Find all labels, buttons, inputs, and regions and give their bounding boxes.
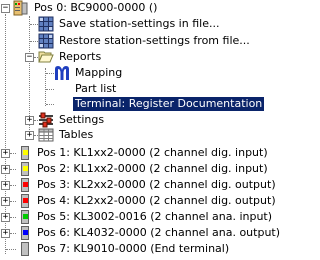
tree-item-label: Pos 0: BC9000-0000 ()	[34, 1, 158, 14]
expand-toggle-settings[interactable]: +	[25, 116, 34, 125]
tree-item-pos-4[interactable]: Pos 4: KL2xx2-0000 (2 channel dig. outpu…	[16, 193, 278, 209]
restore-grid-icon	[38, 33, 54, 49]
bus-coupler-icon	[13, 0, 29, 16]
tree-line	[30, 24, 38, 25]
expand-toggle-pos-2[interactable]: +	[1, 165, 10, 174]
terminal-icon	[16, 145, 32, 161]
tree-item-label: Pos 7: KL9010-0000 (End terminal)	[37, 242, 230, 255]
tree-item-settings[interactable]: Settings	[38, 112, 106, 128]
expand-toggle-tables[interactable]: +	[25, 131, 34, 140]
collapse-toggle-reports[interactable]: −	[25, 53, 34, 62]
tree-item-root[interactable]: Pos 0: BC9000-0000 ()	[13, 0, 159, 16]
terminal-icon	[16, 161, 32, 177]
end-terminal-icon	[16, 241, 32, 257]
tree-item-pos-7[interactable]: Pos 7: KL9010-0000 (End terminal)	[16, 241, 231, 257]
tree-item-tables[interactable]: Tables	[38, 127, 95, 143]
tree-item-pos-3[interactable]: Pos 3: KL2xx2-0000 (2 channel dig. outpu…	[16, 177, 278, 193]
tree-item-label: Pos 5: KL3002-0016 (2 channel ana. input…	[37, 210, 273, 223]
collapse-toggle-root[interactable]: −	[1, 4, 10, 13]
tree-line	[46, 73, 54, 74]
tree-item-label: Pos 3: KL2xx2-0000 (2 channel dig. outpu…	[37, 178, 276, 191]
table-icon	[38, 127, 54, 143]
tree-item-save-settings[interactable]: Save station-settings in file...	[38, 16, 221, 32]
folder-open-icon	[38, 49, 54, 65]
expand-toggle-pos-3[interactable]: +	[1, 181, 10, 190]
expand-toggle-pos-4[interactable]: +	[1, 197, 10, 206]
tree-item-label: Pos 4: KL2xx2-0000 (2 channel dig. outpu…	[37, 194, 276, 207]
tree-line	[46, 104, 54, 105]
tree-line	[6, 249, 16, 250]
tree-item-restore-settings[interactable]: Restore station-settings from file...	[38, 33, 252, 49]
tree-item-label: Mapping	[75, 66, 123, 79]
tree-item-label: Pos 2: KL1xx2-0000 (2 channel dig. input…	[37, 162, 268, 175]
mapping-icon	[54, 65, 70, 81]
terminal-icon	[16, 193, 32, 209]
station-tree: − Pos 0: BC9000-0000 () Save station-set	[0, 0, 290, 260]
tree-line	[46, 89, 54, 90]
tree-item-label: Restore station-settings from file...	[59, 34, 250, 47]
expand-toggle-pos-1[interactable]: +	[1, 149, 10, 158]
tree-item-part-list[interactable]: Part list	[54, 81, 118, 97]
tree-item-pos-1[interactable]: Pos 1: KL1xx2-0000 (2 channel dig. input…	[16, 145, 270, 161]
terminal-icon	[16, 177, 32, 193]
terminal-icon	[16, 225, 32, 241]
tree-item-label: Save station-settings in file...	[59, 17, 220, 30]
tree-item-label: Terminal: Register Documentation	[71, 96, 266, 112]
blank-icon	[54, 96, 70, 112]
tree-item-mapping[interactable]: Mapping	[54, 65, 124, 81]
tree-item-pos-2[interactable]: Pos 2: KL1xx2-0000 (2 channel dig. input…	[16, 161, 270, 177]
tree-item-label: Part list	[75, 82, 117, 95]
blank-icon	[54, 81, 70, 97]
tree-line	[30, 41, 38, 42]
tree-item-label: Settings	[59, 113, 105, 126]
tree-item-pos-5[interactable]: Pos 5: KL3002-0016 (2 channel ana. input…	[16, 209, 274, 225]
tree-item-pos-6[interactable]: Pos 6: KL4032-0000 (2 channel ana. outpu…	[16, 225, 282, 241]
tree-item-register-documentation[interactable]: Terminal: Register Documentation	[54, 96, 266, 112]
expand-toggle-pos-5[interactable]: +	[1, 213, 10, 222]
expand-toggle-pos-6[interactable]: +	[1, 229, 10, 238]
tree-item-label: Tables	[59, 128, 94, 141]
tree-item-label: Pos 1: KL1xx2-0000 (2 channel dig. input…	[37, 146, 268, 159]
terminal-icon	[16, 209, 32, 225]
save-grid-icon	[38, 16, 54, 32]
tree-item-label: Reports	[59, 50, 102, 63]
settings-sliders-icon	[38, 112, 54, 128]
tree-item-reports[interactable]: Reports	[38, 49, 103, 65]
tree-item-label: Pos 6: KL4032-0000 (2 channel ana. outpu…	[37, 226, 281, 239]
